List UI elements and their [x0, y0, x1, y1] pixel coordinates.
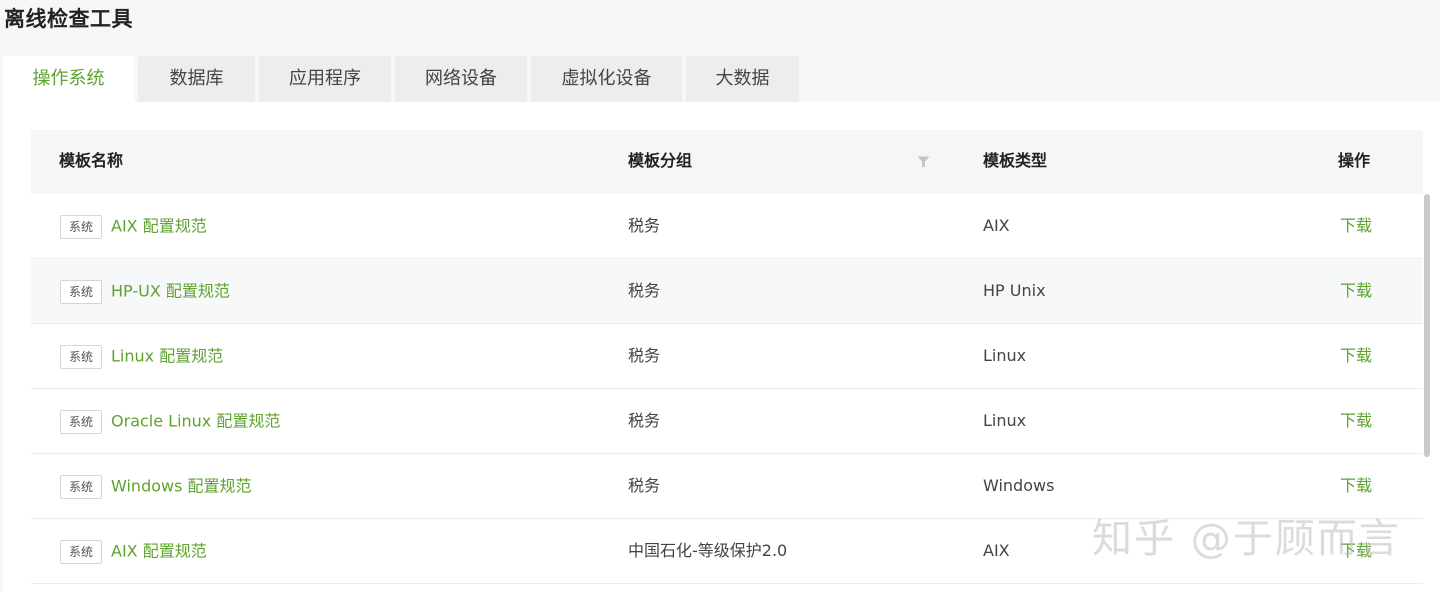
download-link[interactable]: 下载 [1340, 389, 1372, 453]
table-row: 系统 AIX 配置规范 税务 AIX 下载 [31, 194, 1423, 259]
template-group-cell: 税务 [628, 281, 661, 300]
template-type-cell: AIX [983, 541, 1010, 560]
template-name-link[interactable]: AIX 配置规范 [111, 542, 207, 561]
watermark: 知乎 @于顾而言 [1092, 516, 1401, 562]
template-name-link[interactable]: Windows 配置规范 [111, 477, 252, 496]
system-tag: 系统 [60, 474, 103, 499]
template-name-link[interactable]: AIX 配置规范 [111, 217, 207, 236]
column-header-template-type: 模板类型 [983, 151, 1048, 170]
template-group-cell: 税务 [628, 346, 661, 365]
template-type-cell: Linux [983, 346, 1027, 365]
download-link[interactable]: 下载 [1340, 259, 1372, 323]
template-name-cell: 系统 Windows 配置规范 [60, 454, 252, 518]
template-name-cell: 系统 HP-UX 配置规范 [60, 259, 230, 323]
filter-icon[interactable] [917, 156, 930, 168]
tab-bar: 操作系统 数据库 应用程序 网络设备 虚拟化设备 大数据 [3, 56, 803, 103]
template-name-link[interactable]: HP-UX 配置规范 [111, 282, 230, 301]
download-link[interactable]: 下载 [1340, 194, 1372, 258]
system-tag: 系统 [60, 214, 103, 239]
table-row: 系统 HP-UX 配置规范 税务 HP Unix 下载 [31, 259, 1423, 324]
template-type-cell: Windows [983, 476, 1055, 495]
column-header-action: 操作 [1338, 151, 1371, 170]
template-name-cell: 系统 Linux 配置规范 [60, 324, 223, 388]
system-tag: 系统 [60, 539, 103, 564]
download-link[interactable]: 下载 [1340, 324, 1372, 388]
tab-database[interactable]: 数据库 [138, 56, 255, 103]
tab-big-data[interactable]: 大数据 [686, 56, 799, 103]
template-name-link[interactable]: Linux 配置规范 [111, 347, 223, 366]
table-row: 系统 Oracle Linux 配置规范 税务 Linux 下载 [31, 389, 1423, 454]
template-name-cell: 系统 Oracle Linux 配置规范 [60, 389, 280, 453]
template-group-cell: 税务 [628, 216, 661, 235]
page-title: 离线检查工具 [4, 7, 133, 31]
tab-applications[interactable]: 应用程序 [259, 56, 391, 103]
vertical-scrollbar[interactable] [1424, 194, 1430, 457]
template-type-cell: Linux [983, 411, 1027, 430]
tab-network-devices[interactable]: 网络设备 [395, 56, 527, 103]
system-tag: 系统 [60, 409, 103, 434]
template-type-cell: HP Unix [983, 281, 1046, 300]
template-name-cell: 系统 AIX 配置规范 [60, 519, 207, 583]
column-header-template-name: 模板名称 [59, 151, 124, 170]
template-group-cell: 中国石化-等级保护2.0 [628, 541, 788, 560]
tab-operating-system[interactable]: 操作系统 [3, 56, 134, 103]
table-header: 模板名称 模板分组 模板类型 操作 [31, 130, 1423, 194]
template-name-link[interactable]: Oracle Linux 配置规范 [111, 412, 280, 431]
column-header-template-group: 模板分组 [628, 151, 693, 170]
template-group-cell: 税务 [628, 476, 661, 495]
tab-virtualization-devices[interactable]: 虚拟化设备 [531, 56, 682, 103]
template-type-cell: AIX [983, 216, 1010, 235]
template-name-cell: 系统 AIX 配置规范 [60, 194, 207, 258]
system-tag: 系统 [60, 279, 103, 304]
table-row: 系统 Linux 配置规范 税务 Linux 下载 [31, 324, 1423, 389]
system-tag: 系统 [60, 344, 103, 369]
template-group-cell: 税务 [628, 411, 661, 430]
